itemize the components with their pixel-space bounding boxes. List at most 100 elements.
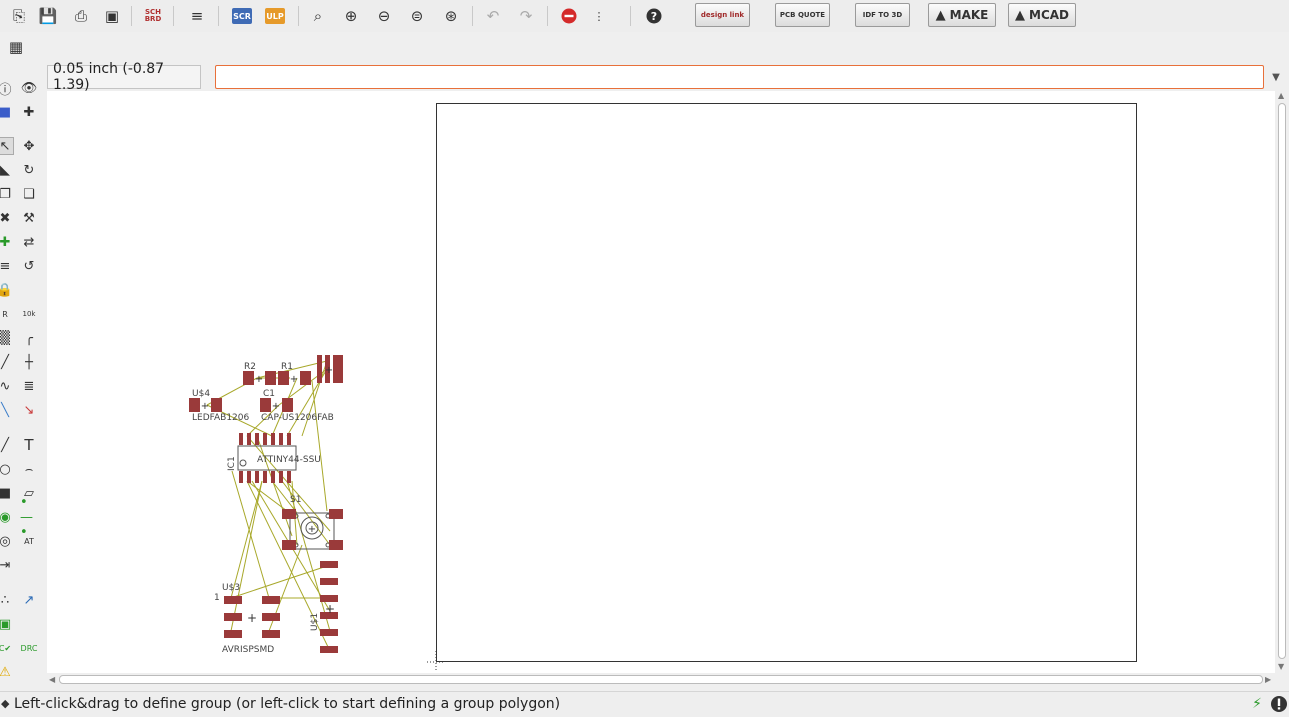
u4-label: U$4	[192, 389, 210, 399]
part-u4[interactable]: U$4 LEDFAB1206 +	[189, 389, 249, 423]
move-icon[interactable]: ✥	[20, 137, 38, 155]
zoom-select-icon[interactable]: ⊜	[406, 5, 428, 27]
mark-icon[interactable]: ✚	[20, 103, 38, 121]
auto-icon[interactable]: ↗	[20, 591, 38, 609]
lock-icon[interactable]: 🔒	[0, 281, 14, 299]
library-icon[interactable]: ≡	[186, 5, 208, 27]
meander-icon[interactable]: ≣	[20, 377, 38, 395]
cam-icon[interactable]: ▣	[101, 5, 123, 27]
value-icon[interactable]: 10k	[20, 305, 38, 323]
u3-label: U$3	[222, 583, 240, 593]
sch-brd-icon[interactable]: SCH BRD	[142, 5, 164, 27]
rect-icon[interactable]: ■	[0, 484, 14, 502]
autodesk-icon: ▲	[935, 7, 946, 23]
delete-icon[interactable]: ✖	[0, 209, 14, 227]
rotate-icon[interactable]: ↻	[20, 161, 38, 179]
idf-to-3d-button[interactable]: IDF TO 3D	[855, 3, 910, 27]
replace-icon[interactable]: ⇄	[20, 233, 38, 251]
signal-icon[interactable]: •—•	[20, 495, 38, 540]
grid-icon[interactable]: ▦	[5, 36, 27, 58]
command-history-dropdown-icon[interactable]: ▼	[1265, 65, 1287, 89]
scroll-right-icon[interactable]: ▶	[1265, 675, 1271, 684]
group-tool-icon[interactable]: ↖	[0, 137, 14, 155]
board-icon[interactable]: ▣	[0, 615, 14, 633]
scroll-up-icon[interactable]: ▲	[1278, 91, 1284, 100]
erc-icon[interactable]: C✔	[0, 639, 14, 657]
pcb-quote-button[interactable]: PCB QUOTE	[775, 3, 830, 27]
zoom-out-icon[interactable]: ⊖	[373, 5, 395, 27]
mirror-icon[interactable]: ◣	[0, 161, 14, 179]
copy-icon[interactable]: ❐	[0, 185, 14, 203]
dimension-icon[interactable]: ⇥	[0, 556, 14, 574]
display-layers-icon[interactable]: ■	[0, 103, 14, 121]
ripup-icon[interactable]: ╲	[0, 401, 14, 419]
help-icon[interactable]: ?	[643, 5, 665, 27]
board-canvas[interactable]: R2 + R1 + + U$4 LEDFAB1206 + C1 CAP-US12…	[47, 91, 1275, 673]
lightning-icon[interactable]: ⚡	[1248, 695, 1266, 713]
save-icon[interactable]: 💾	[37, 5, 59, 27]
text-icon[interactable]: T	[20, 436, 38, 454]
warning-icon[interactable]: ⚠	[0, 663, 14, 681]
attribute-icon[interactable]: AT	[20, 532, 38, 550]
via-icon[interactable]: ◉	[0, 508, 14, 526]
u3-pin-1: 1	[214, 593, 220, 603]
name-icon[interactable]: R	[0, 305, 14, 323]
route-icon[interactable]: ∿	[0, 377, 14, 395]
print-icon[interactable]: ⎙	[70, 5, 92, 27]
circle-icon[interactable]: ○	[0, 460, 14, 478]
make-button[interactable]: ▲ MAKE	[928, 3, 996, 27]
undo-icon[interactable]: ↶	[482, 5, 504, 27]
vertical-scrollbar[interactable]: ▲ ▼	[1276, 91, 1287, 673]
ulp-icon[interactable]: ULP	[265, 8, 285, 24]
part-u3[interactable]: U$3 1 AVRISPSMD +	[214, 583, 280, 655]
arc-icon[interactable]: ⌢	[20, 460, 38, 478]
r2-label: R2	[244, 362, 256, 372]
paste-icon[interactable]: ❑	[20, 185, 38, 203]
stop-icon[interactable]	[558, 5, 580, 27]
part-c1[interactable]: C1 CAP-US1206FAB +	[260, 389, 334, 423]
mcad-button[interactable]: ▲ MCAD	[1008, 3, 1076, 27]
zoom-in-icon[interactable]: ⊕	[340, 5, 362, 27]
status-diamond-icon: ◆	[1, 697, 10, 710]
split-icon[interactable]: ≡	[0, 257, 14, 275]
u4-value: LEDFAB1206	[192, 413, 249, 423]
toolbar-separator	[218, 6, 219, 26]
part-r1[interactable]: R1 +	[278, 362, 311, 385]
toolbar-separator	[472, 6, 473, 26]
vertical-scroll-thumb[interactable]	[1278, 103, 1286, 659]
svg-text:+: +	[201, 401, 209, 412]
change-wrench-icon[interactable]: ⚒	[20, 209, 38, 227]
scroll-left-icon[interactable]: ◀	[49, 675, 55, 684]
ratsnest-icon[interactable]: ∴	[0, 591, 14, 609]
part-header[interactable]: +	[317, 355, 343, 383]
sch-brd-label: SCH BRD	[144, 8, 162, 23]
script-icon[interactable]: SCR	[232, 8, 252, 24]
scroll-down-icon[interactable]: ▼	[1278, 662, 1284, 671]
design-link-button[interactable]: design link	[695, 3, 750, 27]
hole-icon[interactable]: ◎	[0, 532, 14, 550]
open-icon[interactable]: ⎘	[8, 5, 30, 27]
smash-icon[interactable]: ▒	[0, 329, 14, 347]
part-r2[interactable]: R2 +	[243, 362, 276, 385]
go-icon[interactable]: ⋮	[588, 5, 610, 27]
autorouter-icon[interactable]: ↘	[20, 401, 38, 419]
part-ic1[interactable]: ATTINY44-SSU IC1	[227, 433, 321, 483]
wire-icon[interactable]: ╱	[0, 436, 14, 454]
horizontal-scrollbar[interactable]: ◀ ▶	[47, 674, 1275, 686]
zoom-fit-icon[interactable]: ⌕	[307, 5, 329, 27]
split-wire-icon[interactable]: ╱	[0, 353, 14, 371]
zoom-last-icon[interactable]: ⊛	[440, 5, 462, 27]
cross-icon[interactable]: ┼	[20, 353, 38, 371]
info-icon[interactable]: ⓘ	[0, 79, 14, 98]
drc-icon[interactable]: DRC	[20, 639, 38, 657]
part-s1[interactable]: S1 +	[282, 495, 343, 550]
add-icon[interactable]: ✚	[0, 233, 14, 251]
idf-label: IDF TO 3D	[862, 11, 903, 19]
command-line-input[interactable]	[215, 65, 1264, 89]
optimize-icon[interactable]: ↺	[20, 257, 38, 275]
horizontal-scroll-thumb[interactable]	[59, 675, 1263, 684]
stop-status-icon[interactable]	[1270, 695, 1288, 713]
redo-icon[interactable]: ↷	[515, 5, 537, 27]
show-eye-icon[interactable]: 👁	[20, 79, 38, 97]
miter-icon[interactable]: ╭	[20, 329, 38, 347]
